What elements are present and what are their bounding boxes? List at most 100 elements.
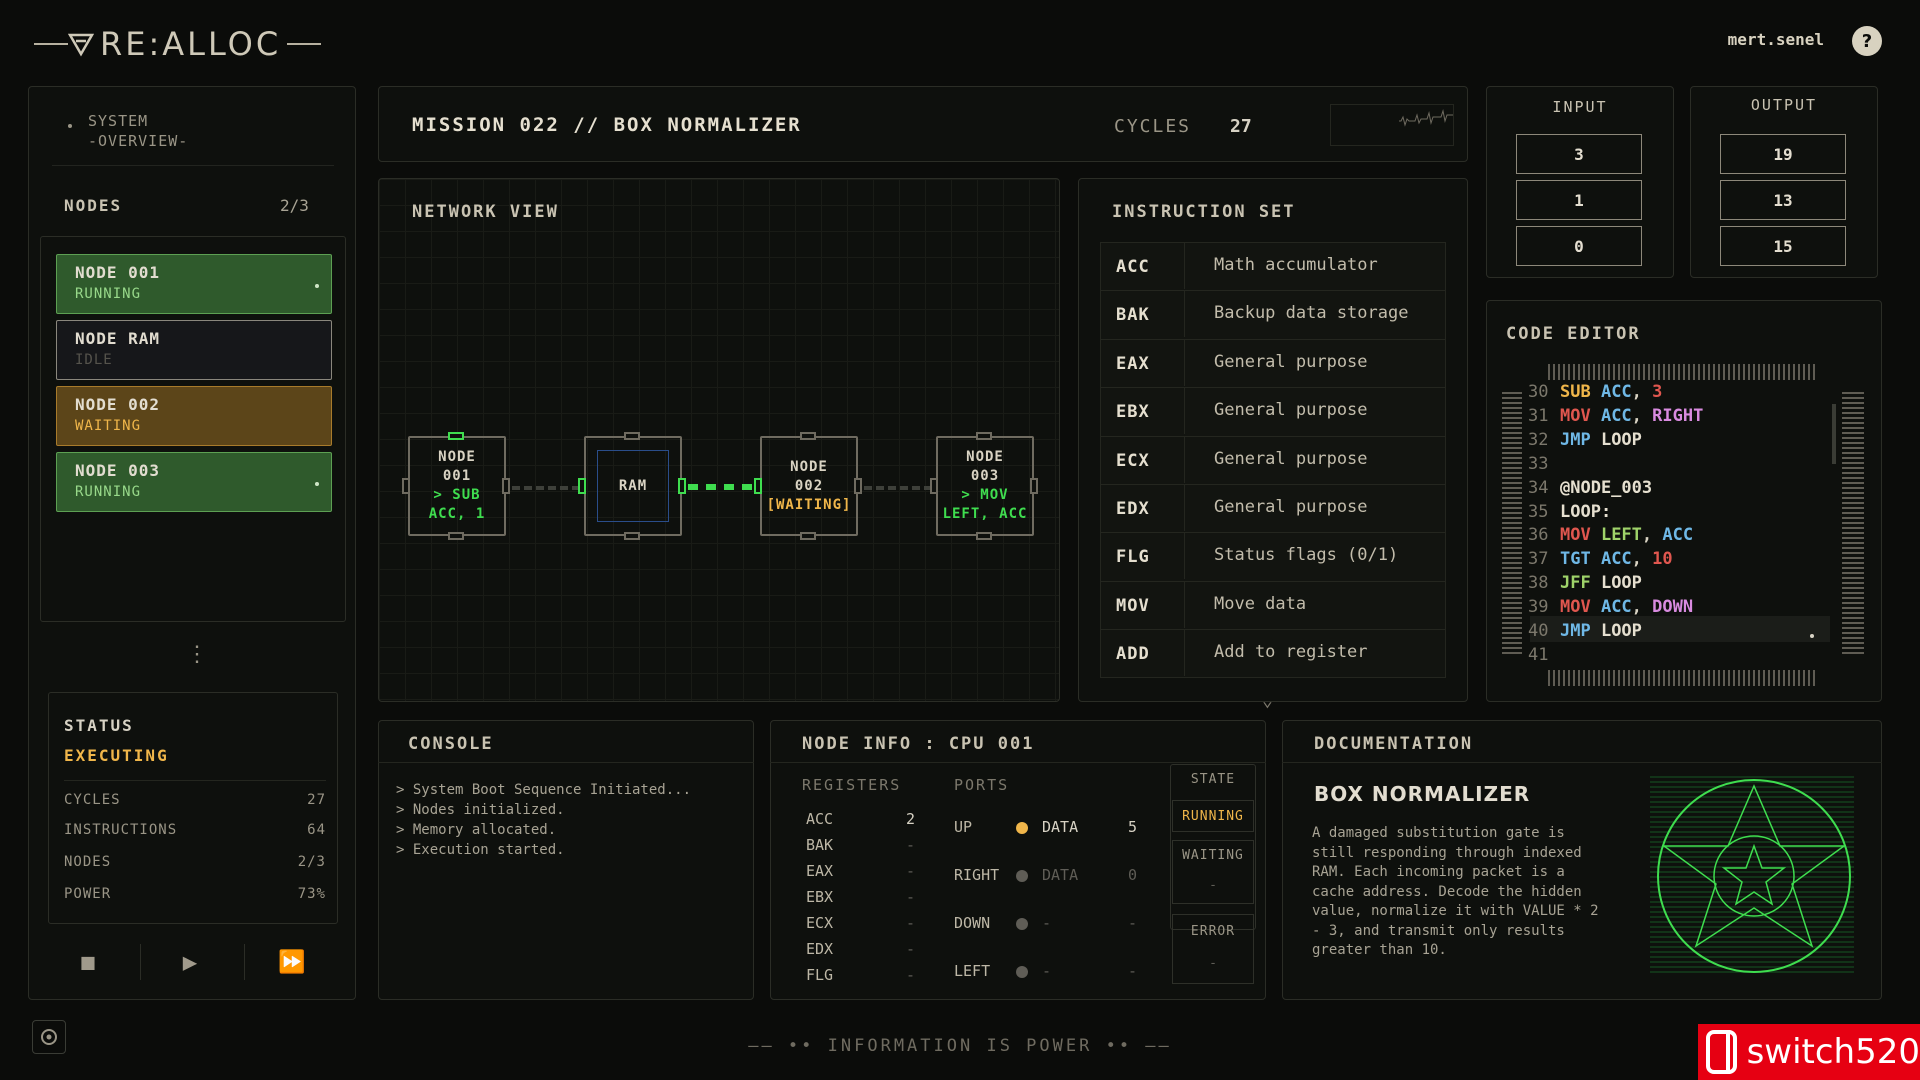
cycles-label: CYCLES — [1114, 116, 1192, 137]
instruction-description: Backup data storage — [1214, 303, 1409, 324]
network-node-001[interactable]: NODE 001 > SUB ACC, 1 — [408, 436, 506, 536]
node-card-003[interactable]: NODE 003 RUNNING — [56, 452, 332, 512]
instruction-key: EDX — [1116, 499, 1150, 519]
footer-text: INFORMATION IS POWER — [827, 1036, 1093, 1056]
code-line[interactable]: 41 — [1528, 643, 1560, 667]
node-label: RAM — [618, 477, 648, 494]
state-label: STATE — [1190, 772, 1236, 787]
code-token: ACC — [1590, 597, 1632, 618]
network-node-003[interactable]: NODE 003 > MOV LEFT, ACC — [936, 436, 1034, 536]
control-divider — [140, 944, 141, 980]
state-error-value: - — [1209, 956, 1217, 971]
register-name: BAK — [806, 836, 834, 854]
fast-forward-button[interactable]: ⏩ — [270, 940, 314, 984]
status-value: EXECUTING — [64, 746, 169, 765]
port-down — [976, 532, 992, 540]
port-left — [578, 478, 586, 494]
code-token: , — [1641, 525, 1663, 546]
stat-label: INSTRUCTIONS — [64, 822, 178, 838]
port-down — [448, 532, 464, 540]
network-node-ram[interactable]: RAM — [584, 436, 682, 536]
node-card-state: RUNNING — [75, 286, 142, 302]
scroll-down-chevron-icon[interactable]: ⌄ — [1262, 690, 1273, 711]
port-right — [1030, 478, 1038, 494]
stat-power: POWER 73% — [64, 886, 326, 902]
code-line[interactable]: 38 JFF LOOP — [1528, 571, 1642, 595]
line-number: 36 — [1528, 525, 1549, 546]
instruction-row[interactable]: EAX General purpose — [1100, 338, 1446, 386]
line-number: 39 — [1528, 597, 1549, 618]
node-label: NODE — [966, 449, 1004, 465]
node-card-name: NODE 001 — [75, 263, 161, 282]
code-token: ACC — [1590, 382, 1632, 402]
port-value: 5 — [1128, 818, 1138, 836]
code-line[interactable]: 35 LOOP: — [1528, 500, 1611, 524]
node-id: 001 — [442, 468, 472, 484]
code-line[interactable]: 39 MOV ACC, DOWN — [1528, 595, 1693, 619]
node-card-002[interactable]: NODE 002 WAITING — [56, 386, 332, 446]
stop-button[interactable]: ■ — [66, 940, 110, 984]
register-name: EDX — [806, 940, 834, 958]
instruction-row[interactable]: EBX General purpose — [1100, 387, 1446, 435]
instruction-row[interactable]: MOV Move data — [1100, 580, 1446, 628]
network-view-title: NETWORK VIEW — [412, 202, 559, 222]
row-separator — [1184, 630, 1185, 677]
node-card-name: NODE 003 — [75, 461, 161, 480]
footer-tagline: —— •• INFORMATION IS POWER •• —— — [748, 1036, 1172, 1056]
port-value: - — [1128, 962, 1138, 980]
network-node-002[interactable]: NODE 002 [WAITING] — [760, 436, 858, 536]
instruction-key: FLG — [1116, 547, 1150, 568]
register-name: FLG — [806, 966, 834, 984]
code-line[interactable]: 31 MOV ACC, RIGHT — [1528, 404, 1703, 428]
port-right — [854, 478, 862, 494]
help-button[interactable]: ? — [1852, 26, 1882, 56]
port-name: RIGHT — [954, 866, 1000, 884]
node-card-state: WAITING — [75, 418, 142, 434]
code-line[interactable]: 40 JMP LOOP — [1528, 619, 1642, 643]
node-card-001[interactable]: NODE 001 RUNNING — [56, 254, 332, 314]
line-number: 40 — [1528, 621, 1549, 641]
code-line[interactable]: 34 @NODE_003 — [1528, 476, 1652, 500]
node-instruction: > SUB — [433, 487, 481, 503]
more-options-icon[interactable]: ⋮ — [186, 642, 208, 667]
code-line[interactable]: 32 JMP LOOP — [1528, 428, 1642, 452]
instruction-description: General purpose — [1214, 497, 1368, 517]
node-card-ram[interactable]: NODE RAM IDLE — [56, 320, 332, 380]
instruction-row[interactable]: FLG Status flags (0/1) — [1100, 532, 1446, 580]
port-status-dot-icon — [1016, 822, 1028, 834]
node-id: 003 — [970, 468, 1000, 484]
username[interactable]: mert.senel — [1728, 30, 1824, 49]
register-name: EAX — [806, 862, 834, 880]
code-line[interactable]: 37 TGT ACC, 10 — [1528, 547, 1673, 571]
code-token: JMP — [1560, 429, 1591, 450]
row-separator — [1184, 339, 1185, 386]
code-line[interactable]: 36 MOV LEFT, ACC — [1528, 523, 1693, 547]
row-separator — [1184, 388, 1185, 435]
instruction-description: General purpose — [1214, 351, 1368, 372]
instruction-row[interactable]: ADD Add to register — [1100, 629, 1446, 677]
instruction-key: EAX — [1116, 353, 1150, 374]
port-up — [976, 432, 992, 440]
instruction-row[interactable]: EDX General purpose — [1100, 484, 1446, 531]
instruction-row[interactable]: BAK Backup data storage — [1100, 290, 1446, 338]
register-value: - — [906, 888, 916, 906]
port-left — [754, 478, 762, 494]
control-divider — [244, 944, 245, 980]
code-token: LOOP — [1590, 573, 1642, 594]
code-line[interactable]: 33 — [1528, 452, 1560, 476]
port-status-dot-icon — [1016, 870, 1028, 882]
port-name: LEFT — [954, 962, 991, 980]
code-editor-title: CODE EDITOR — [1506, 324, 1641, 344]
port-down — [624, 532, 640, 540]
code-line[interactable]: 30 SUB ACC, 3 — [1528, 380, 1662, 404]
play-button[interactable]: ▶ — [168, 940, 212, 984]
editor-scrollbar[interactable] — [1832, 404, 1836, 464]
nodes-count: 2/3 — [280, 196, 309, 215]
instruction-row[interactable]: ACC Math accumulator — [1100, 242, 1446, 289]
row-separator — [1184, 533, 1185, 580]
instruction-row[interactable]: ECX General purpose — [1100, 435, 1446, 483]
cycles-sparkline — [1330, 104, 1454, 146]
port-up — [448, 432, 464, 440]
system-overview[interactable]: SYSTEM -OVERVIEW- — [52, 100, 334, 166]
node-instruction: > MOV — [961, 487, 1009, 503]
